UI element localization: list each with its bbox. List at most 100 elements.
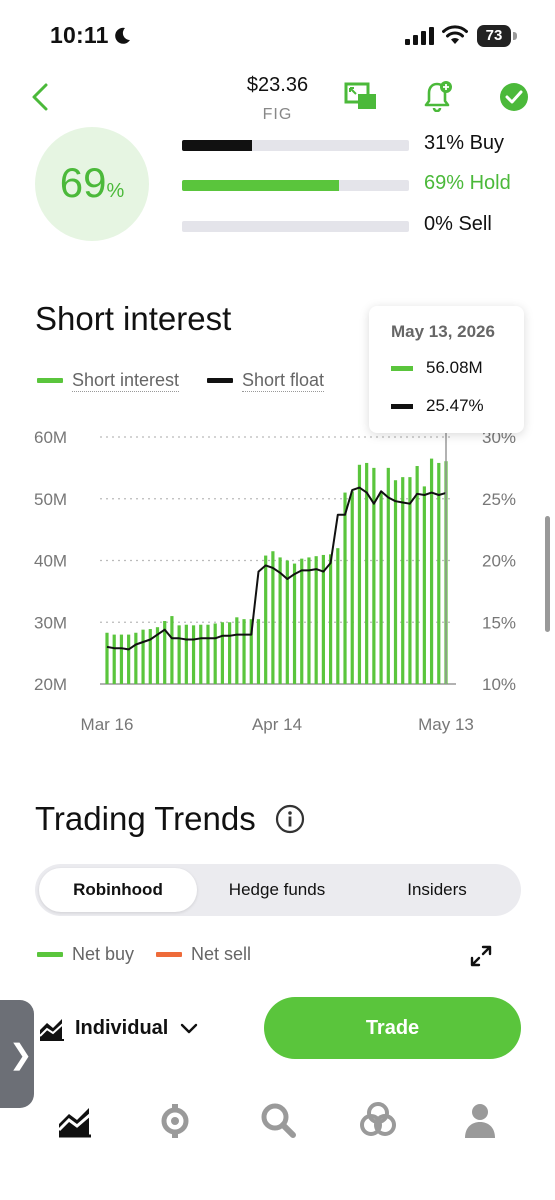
chart-tooltip: May 13, 2026 56.08M 25.47%	[369, 306, 524, 433]
rating-track-buy	[182, 140, 409, 151]
trade-button[interactable]: Trade	[264, 997, 521, 1059]
short-interest-bar	[242, 619, 246, 684]
investing-icon[interactable]	[55, 1100, 95, 1140]
short-interest-bar	[379, 492, 383, 684]
short-interest-bar	[105, 632, 109, 684]
short-interest-bar	[228, 622, 232, 684]
legend-swatch-green	[37, 378, 63, 383]
rating-label-buy: 31% Buy	[424, 132, 505, 154]
scrollbar[interactable]	[545, 516, 550, 632]
short-interest-chart-svg[interactable]: 60M 30%50M 25%40M 20%30M 15%20M 10%Mar 16 Apr …	[0, 420, 555, 750]
x-tick-label: Mar 16	[81, 715, 134, 734]
short-interest-bar	[321, 554, 325, 684]
rating-track-hold	[182, 180, 409, 191]
short-interest-bar	[386, 467, 390, 684]
chevron-right-icon: ❯	[9, 1039, 33, 1070]
short-interest-bar	[141, 629, 145, 684]
short-interest-bar	[170, 616, 174, 684]
short-interest-bar	[300, 558, 304, 684]
header-ticker: FIG	[262, 106, 293, 123]
signal-icon	[405, 27, 434, 45]
short-interest-chart[interactable]: 60M 30% 50M 25% 40M 20% 30M 15% 20M 10% Mar 16 Apr …	[0, 420, 555, 750]
legend-swatch-orange	[156, 952, 182, 957]
legend-label: Short float	[242, 370, 325, 392]
trading-trends-title: Trading Trends	[35, 800, 256, 838]
y-right-tick-label: 25%	[482, 490, 516, 509]
header-price: $23.36	[246, 74, 309, 96]
trading-trends-title-text: Trading Trends	[35, 800, 256, 837]
check-circle-icon[interactable]	[499, 82, 529, 112]
legend-short-float[interactable]: Short float	[207, 370, 325, 392]
short-interest-bar	[264, 555, 268, 684]
rating-track-sell	[182, 221, 409, 232]
y-left-tick-label: 50M	[34, 490, 67, 509]
tab-hedge-funds[interactable]: Hedge funds	[197, 868, 357, 912]
account-icon[interactable]	[460, 1100, 500, 1140]
tooltip-swatch-black	[391, 404, 413, 409]
moon-icon	[115, 27, 130, 44]
short-interest-bar	[256, 619, 261, 684]
y-right-tick-label: 15%	[482, 613, 516, 632]
short-interest-bar	[112, 634, 116, 684]
status-bar: 10:11 73	[0, 0, 555, 70]
trading-trends-tabs: Robinhood Hedge funds Insiders	[35, 864, 521, 916]
tooltip-date: May 13, 2026	[391, 322, 495, 341]
rating-fill-buy	[182, 140, 253, 151]
short-interest-bar	[206, 624, 210, 684]
y-left-tick-label: 20M	[34, 675, 67, 694]
search-icon[interactable]	[258, 1100, 298, 1140]
short-interest-title: Short interest	[35, 300, 232, 337]
short-interest-bar	[148, 629, 152, 684]
short-interest-bar	[437, 462, 441, 684]
legend-label: Net buy	[72, 944, 135, 964]
short-interest-bar	[271, 551, 275, 684]
expand-icon[interactable]	[469, 944, 493, 968]
short-interest-bar	[292, 563, 297, 684]
tab-insiders[interactable]: Insiders	[357, 868, 517, 912]
short-interest-bar	[415, 466, 419, 684]
y-right-tick-label: 10%	[482, 675, 516, 694]
investing-chart-icon	[39, 1019, 65, 1041]
short-interest-bar	[134, 632, 138, 684]
legend-short-interest[interactable]: Short interest	[37, 370, 180, 392]
short-interest-bar	[213, 623, 217, 684]
tab-robinhood[interactable]: Robinhood	[39, 868, 197, 912]
tooltip-short-interest: 56.08M	[426, 358, 483, 377]
short-interest-bar	[127, 634, 131, 684]
short-interest-bar	[408, 477, 412, 684]
short-interest-bar	[357, 464, 362, 684]
tooltip-short-float: 25.47%	[426, 396, 484, 415]
legend-swatch-green	[37, 952, 63, 957]
bell-add-icon[interactable]	[424, 80, 454, 112]
legend-net-sell: Net sell	[156, 944, 251, 965]
short-interest-bar	[235, 617, 239, 684]
network-icon[interactable]	[358, 1100, 398, 1140]
short-interest-bar	[350, 491, 354, 684]
stock-header: $23.36 FIG	[0, 70, 555, 130]
short-interest-bar	[422, 486, 426, 684]
y-left-tick-label: 60M	[34, 428, 67, 447]
rating-percent-unit: %	[106, 180, 125, 202]
account-label: Individual	[75, 1017, 169, 1039]
short-interest-bar	[328, 554, 333, 684]
status-time: 10:11	[50, 22, 109, 48]
short-interest-bar	[343, 492, 347, 684]
crypto-icon[interactable]	[155, 1100, 195, 1140]
info-icon[interactable]	[275, 804, 305, 834]
y-right-tick-label: 20%	[482, 552, 516, 571]
rating-label-sell: 0% Sell	[424, 213, 492, 235]
short-interest-bar	[119, 634, 124, 684]
legend-net-buy: Net buy	[37, 944, 134, 965]
rating-percent-value: 69	[59, 159, 107, 206]
short-interest-bar	[177, 625, 181, 684]
short-interest-bar	[307, 557, 311, 684]
pip-icon[interactable]	[344, 82, 378, 112]
short-interest-bar	[199, 624, 203, 684]
short-interest-bar	[191, 625, 196, 684]
battery-icon: 73	[477, 25, 517, 47]
short-interest-bar	[401, 477, 405, 684]
legend-label: Short interest	[72, 370, 180, 392]
rating-row-buy: 31% Buy	[182, 130, 522, 156]
short-interest-bar	[393, 480, 398, 684]
short-interest-bar	[278, 557, 282, 684]
